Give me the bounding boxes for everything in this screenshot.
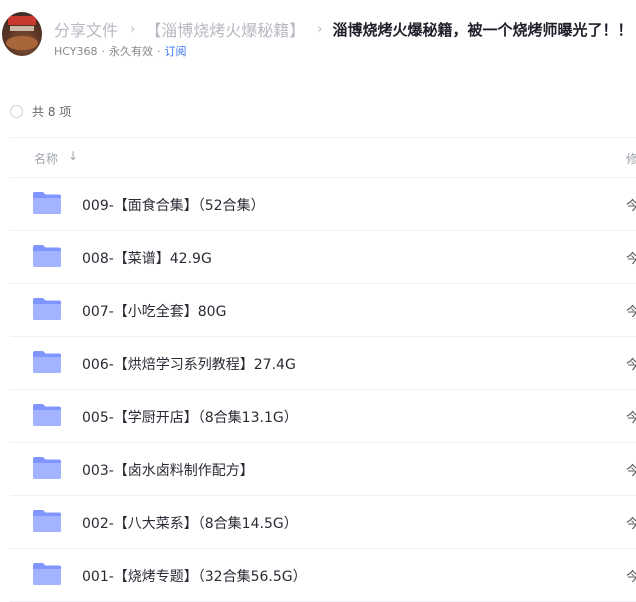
folder-icon <box>33 404 61 426</box>
avatar-banner <box>8 16 36 25</box>
folder-icon <box>33 192 61 214</box>
file-name[interactable]: 001-【烧烤专题】（32合集56.5G） <box>82 566 307 586</box>
select-all-row: 共 8 项 <box>10 103 71 120</box>
breadcrumb-current: 淄博烧烤火爆秘籍，被一个烧烤师曝光了！！ <box>332 20 633 39</box>
folder-icon <box>33 563 61 585</box>
file-name[interactable]: 002-【八大菜系】（8合集14.5G） <box>82 513 298 533</box>
file-modified: 今 <box>626 252 636 267</box>
table-row[interactable]: 003-【卤水卤料制作配方】 今 <box>10 443 636 496</box>
chevron-right-icon: › <box>130 21 136 37</box>
table-row[interactable]: 001-【烧烤专题】（32合集56.5G） 今 <box>10 549 636 602</box>
separator-dot: · <box>156 45 161 58</box>
file-name[interactable]: 003-【卤水卤料制作配方】 <box>82 460 254 480</box>
file-modified: 今 <box>626 464 636 479</box>
avatar[interactable] <box>2 12 42 56</box>
share-meta: HCY368 · 永久有效 · 订阅 <box>54 43 186 59</box>
file-modified: 今 <box>626 199 636 214</box>
file-modified: 今 <box>626 305 636 320</box>
avatar-food <box>6 36 38 50</box>
sort-down-icon[interactable]: ↓ <box>68 149 78 163</box>
separator-dot: · <box>101 45 105 58</box>
folder-icon <box>33 245 61 267</box>
share-validity: 永久有效 <box>108 45 153 58</box>
select-all-checkbox[interactable] <box>10 105 23 118</box>
breadcrumb-root[interactable]: 分享文件 <box>54 17 118 41</box>
folder-icon <box>33 457 61 479</box>
chevron-right-icon: › <box>317 21 323 37</box>
file-modified: 今 <box>626 570 636 585</box>
table-header: 名称 ↓ 修 <box>10 138 636 178</box>
breadcrumb-parent[interactable]: 【淄博烧烤火爆秘籍】 <box>145 17 305 41</box>
breadcrumb: 分享文件 › 【淄博烧烤火爆秘籍】 › 淄博烧烤火爆秘籍，被一个烧烤师曝光了！！ <box>54 16 636 42</box>
table-row[interactable]: 009-【面食合集】（52合集） 今 <box>10 178 636 231</box>
column-header-name[interactable]: 名称 <box>34 150 58 167</box>
table-row[interactable]: 006-【烘焙学习系列教程】27.4G 今 <box>10 337 636 390</box>
file-modified: 今 <box>626 411 636 426</box>
folder-icon <box>33 510 61 532</box>
folder-icon <box>33 298 61 320</box>
item-count: 共 8 项 <box>32 105 72 119</box>
table-row[interactable]: 008-【菜谱】42.9G 今 <box>10 231 636 284</box>
avatar-stripe <box>10 26 34 31</box>
folder-icon <box>33 351 61 373</box>
column-header-modified[interactable]: 修 <box>626 150 636 167</box>
file-name[interactable]: 006-【烘焙学习系列教程】27.4G <box>82 354 296 374</box>
file-list: 009-【面食合集】（52合集） 今 008-【菜谱】42.9G 今 007-【… <box>10 178 636 602</box>
table-row[interactable]: 007-【小吃全套】80G 今 <box>10 284 636 337</box>
file-name[interactable]: 009-【面食合集】（52合集） <box>82 195 265 215</box>
subscribe-link[interactable]: 订阅 <box>164 45 186 58</box>
file-modified: 今 <box>626 358 636 373</box>
file-name[interactable]: 005-【学厨开店】（8合集13.1G） <box>82 407 298 427</box>
file-modified: 今 <box>626 517 636 532</box>
share-user[interactable]: HCY368 <box>54 45 97 58</box>
file-name[interactable]: 008-【菜谱】42.9G <box>82 248 212 268</box>
table-row[interactable]: 005-【学厨开店】（8合集13.1G） 今 <box>10 390 636 443</box>
file-name[interactable]: 007-【小吃全套】80G <box>82 301 226 321</box>
table-row[interactable]: 002-【八大菜系】（8合集14.5G） 今 <box>10 496 636 549</box>
